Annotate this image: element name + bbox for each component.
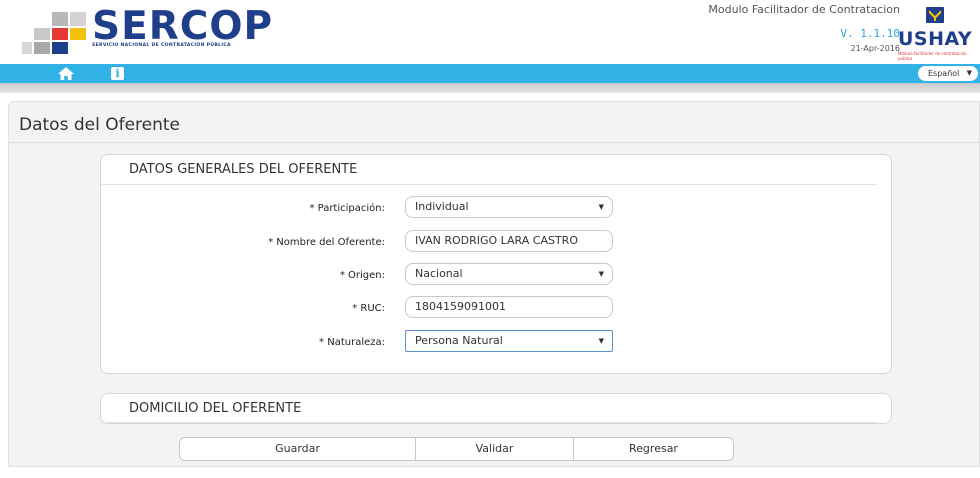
ruc-input[interactable]: 1804159091001 [405,296,613,318]
nature-select[interactable]: Persona Natural ▼ [405,330,613,352]
nav-divider [0,83,980,93]
participation-label: * Participación: [309,203,385,214]
participation-row: * Participación: Individual ▼ [101,196,893,220]
partner-subtitle: Módulo facilitador de contratación públi… [898,51,967,61]
brand-subtitle: SERVICIO NACIONAL DE CONTRATACIÓN PÚBLIC… [92,43,231,48]
ruc-value: 1804159091001 [415,300,506,313]
general-data-panel: DATOS GENERALES DEL OFERENTE * Participa… [100,154,892,374]
page-title: Datos del Oferente [19,115,181,135]
info-glyph: i [115,67,120,80]
sercop-logo-icon [22,12,88,56]
domicile-panel: DOMICILIO DEL OFERENTE [100,393,892,424]
title-divider [9,142,980,143]
nature-row: * Naturaleza: Persona Natural ▼ [101,330,893,354]
date-label: 21-Apr-2016 [850,44,900,53]
ruc-label: * RUC: [352,303,385,314]
chevron-down-icon: ▼ [966,69,972,77]
language-select[interactable]: Español ▼ [918,66,978,81]
home-icon[interactable] [58,67,74,80]
back-button[interactable]: Regresar [573,437,734,461]
main-content: Datos del Oferente DATOS GENERALES DEL O… [8,101,980,467]
module-title: Modulo Facilitador de Contratacion [708,3,900,16]
language-label: Español [928,69,960,78]
origin-select[interactable]: Nacional ▼ [405,263,613,285]
top-nav: i Español ▼ [0,64,980,83]
action-bar: Guardar Validar Regresar [179,437,734,461]
ruc-row: * RUC: 1804159091001 [101,296,893,320]
info-icon[interactable]: i [111,67,124,80]
ushay-logo-icon [926,7,944,23]
app-header: SERCOP SERVICIO NACIONAL DE CONTRATACIÓN… [0,0,980,64]
validate-button[interactable]: Validar [415,437,574,461]
chevron-down-icon: ▼ [598,337,604,345]
origin-label: * Origen: [339,270,385,281]
bidder-name-row: * Nombre del Oferente: IVAN RODRIGO LARA… [101,230,893,254]
version-label: V. 1.1.10 [840,27,900,40]
origin-value: Nacional [415,267,463,280]
participation-select[interactable]: Individual ▼ [405,196,613,218]
partner-name: USHAY [898,28,973,50]
general-data-heading[interactable]: DATOS GENERALES DEL OFERENTE [101,155,877,185]
bidder-name-value: IVAN RODRIGO LARA CASTRO [415,234,578,247]
nature-label: * Naturaleza: [319,337,385,348]
bidder-name-input[interactable]: IVAN RODRIGO LARA CASTRO [405,230,613,252]
domicile-heading[interactable]: DOMICILIO DEL OFERENTE [101,394,877,423]
participation-value: Individual [415,200,469,213]
nature-value: Persona Natural [415,334,503,347]
bidder-name-label: * Nombre del Oferente: [268,237,385,248]
save-button[interactable]: Guardar [179,437,416,461]
chevron-down-icon: ▼ [598,270,604,278]
origin-row: * Origen: Nacional ▼ [101,263,893,287]
chevron-down-icon: ▼ [598,203,604,211]
